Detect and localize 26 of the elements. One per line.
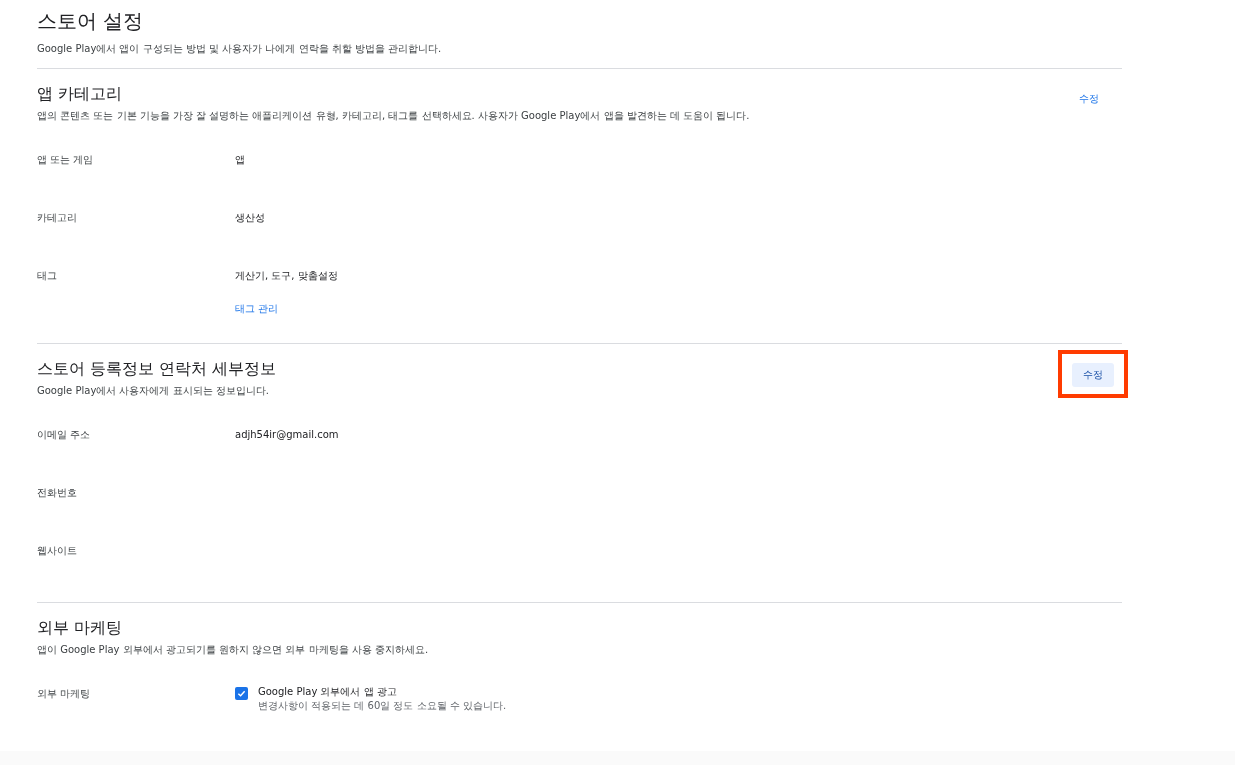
section-title: 외부 마케팅 bbox=[37, 617, 124, 639]
edit-button[interactable]: 수정 bbox=[1072, 362, 1114, 387]
field-label: 카테고리 bbox=[37, 211, 78, 225]
edit-button[interactable]: 수정 bbox=[1068, 86, 1110, 110]
field-value: 앱 bbox=[235, 153, 245, 167]
field-label: 전화번호 bbox=[37, 486, 78, 500]
page-title: 스토어 설정 bbox=[37, 8, 145, 34]
option-label: Google Play 외부에서 앱 광고 bbox=[258, 685, 398, 699]
checkbox[interactable] bbox=[235, 687, 248, 700]
field-value: adjh54ir@gmail.com bbox=[235, 428, 339, 442]
field-label: 웹사이트 bbox=[37, 544, 78, 558]
section-title: 앱 카테고리 bbox=[37, 83, 124, 105]
field-value: 생산성 bbox=[235, 211, 265, 225]
section-title: 스토어 등록정보 연락처 세부정보 bbox=[37, 358, 277, 380]
page-description: Google Play에서 앱이 구성되는 방법 및 사용자가 나에게 연락을 취할 방법을 관리합니다. bbox=[37, 42, 443, 56]
option-note: 변경사항이 적용되는 데 60일 정도 소요될 수 있습니다. bbox=[258, 699, 507, 712]
field-value: 게산기, 도구, 맞춤설정 bbox=[235, 269, 338, 283]
manage-tags-link[interactable]: 태그 관리 bbox=[235, 302, 338, 316]
section-description: 앱이 Google Play 외부에서 광고되기를 원하지 않으면 외부 마케팅을 사용 중지하세요. bbox=[37, 643, 429, 657]
field-label: 외부 마케팅 bbox=[37, 687, 92, 701]
section-description: 앱의 콘텐츠 또는 기본 기능을 가장 잘 설명하는 애플리케이션 유형, 카테고리, 태그를 선택하세요. 사용자가 Google Play에서 앱을 발견하는 데 도움이 됩니다. bbox=[37, 109, 750, 123]
field-label: 이메일 주소 bbox=[37, 428, 92, 442]
section-description: Google Play에서 사용자에게 표시되는 정보입니다. bbox=[37, 384, 270, 398]
field-label: 태그 bbox=[37, 269, 58, 283]
check-icon bbox=[237, 689, 246, 698]
field-label: 앱 또는 게임 bbox=[37, 153, 95, 167]
